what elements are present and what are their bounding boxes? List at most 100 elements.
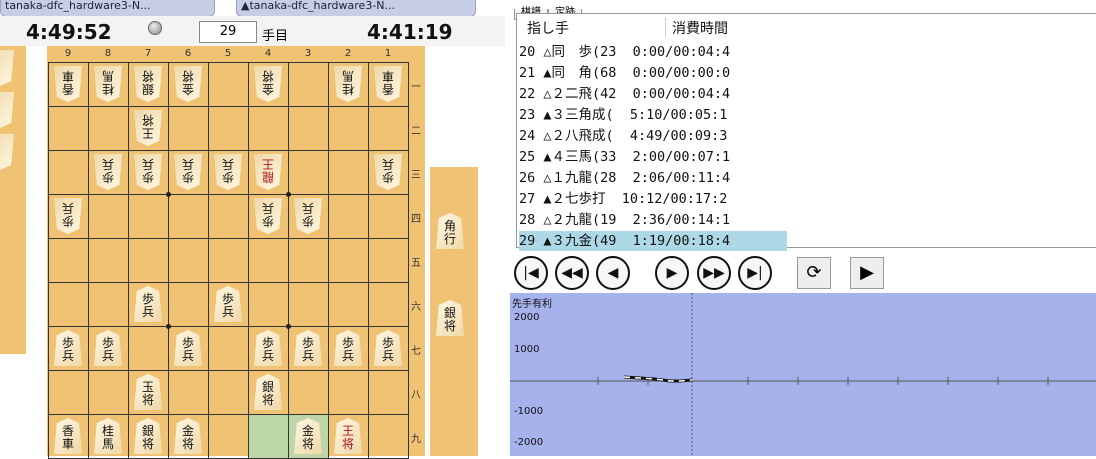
- play-button[interactable]: ▶: [850, 257, 884, 289]
- shogi-piece[interactable]: 歩兵: [94, 330, 122, 366]
- shogi-piece[interactable]: 桂馬: [94, 66, 122, 102]
- shogi-piece[interactable]: 歩兵: [174, 154, 202, 190]
- shogi-piece[interactable]: 桂馬: [94, 418, 122, 454]
- board-square[interactable]: [88, 370, 129, 415]
- board-square[interactable]: [48, 106, 89, 151]
- board-square[interactable]: [368, 370, 409, 415]
- next-move-button[interactable]: ▶: [655, 256, 689, 290]
- move-row[interactable]: 22 △２二飛(42 0:00/00:04:4: [519, 84, 787, 104]
- captured-piece[interactable]: [0, 50, 14, 86]
- board-square[interactable]: [288, 62, 329, 107]
- move-number-input[interactable]: 29: [199, 21, 257, 43]
- board-square[interactable]: [48, 150, 89, 195]
- shogi-piece[interactable]: 歩兵: [214, 286, 242, 322]
- shogi-piece[interactable]: 金将: [254, 66, 282, 102]
- prev-many-button[interactable]: ◀◀: [555, 256, 589, 290]
- move-row[interactable]: 28 △２九龍(19 2:36/00:14:1: [519, 210, 787, 230]
- prev-move-button[interactable]: ◀: [596, 256, 630, 290]
- board-square[interactable]: [168, 106, 209, 151]
- board-square[interactable]: [368, 194, 409, 239]
- board-square[interactable]: [248, 282, 289, 327]
- board-square[interactable]: [328, 370, 369, 415]
- move-row[interactable]: 21 ▲同 角(68 0:00/00:00:0: [519, 63, 787, 83]
- board-square[interactable]: [368, 238, 409, 283]
- next-many-button[interactable]: ▶▶: [697, 256, 731, 290]
- move-row[interactable]: 24 △２八飛成( 4:49/00:09:3: [519, 126, 787, 146]
- board-square[interactable]: [208, 326, 249, 371]
- shogi-piece[interactable]: 歩兵: [334, 330, 362, 366]
- captured-piece[interactable]: [0, 92, 14, 128]
- shogi-piece[interactable]: 金将: [294, 418, 322, 454]
- board-square[interactable]: [288, 282, 329, 327]
- captured-piece[interactable]: [0, 134, 14, 170]
- board-square[interactable]: [128, 238, 169, 283]
- shogi-piece[interactable]: 歩兵: [134, 286, 162, 322]
- shogi-piece[interactable]: 香車: [54, 418, 82, 454]
- board-square[interactable]: [328, 106, 369, 151]
- move-list[interactable]: 指し手 消費時間 20 △同 歩(23 0:00/00:04:4 21 ▲同 角(…: [516, 13, 1096, 251]
- gote-player-tab[interactable]: ▲tanaka-dfc_hardware3-N...: [236, 0, 476, 17]
- board-square[interactable]: [288, 238, 329, 283]
- shogi-piece[interactable]: 玉将: [134, 374, 162, 410]
- board-square[interactable]: [128, 326, 169, 371]
- move-row[interactable]: 29 ▲３九金(49 1:19/00:18:4: [519, 231, 787, 251]
- shogi-piece[interactable]: 銀将: [134, 418, 162, 454]
- board-square[interactable]: [368, 282, 409, 327]
- shogi-piece[interactable]: 銀将: [254, 374, 282, 410]
- board-square[interactable]: [168, 238, 209, 283]
- sente-player-tab[interactable]: tanaka-dfc_hardware3-N...: [0, 0, 215, 17]
- board-square[interactable]: [248, 106, 289, 151]
- board-square[interactable]: [88, 194, 129, 239]
- board-square[interactable]: [48, 370, 89, 415]
- first-move-button[interactable]: |◀: [514, 256, 548, 290]
- board-square[interactable]: [88, 106, 129, 151]
- board-square[interactable]: [368, 414, 409, 459]
- board-square[interactable]: [328, 238, 369, 283]
- shogi-piece[interactable]: 歩兵: [374, 154, 402, 190]
- board-square[interactable]: [288, 150, 329, 195]
- shogi-piece[interactable]: 龍王: [254, 154, 282, 190]
- board-square[interactable]: [208, 106, 249, 151]
- captured-piece[interactable]: 銀将: [436, 300, 464, 336]
- shogi-piece[interactable]: 歩兵: [214, 154, 242, 190]
- shogi-piece[interactable]: 歩兵: [54, 198, 82, 234]
- shogi-piece[interactable]: 銀将: [134, 66, 162, 102]
- shogi-piece[interactable]: 歩兵: [294, 198, 322, 234]
- shogi-piece[interactable]: 歩兵: [374, 330, 402, 366]
- board-square[interactable]: [248, 238, 289, 283]
- shogi-piece[interactable]: 歩兵: [94, 154, 122, 190]
- board-square[interactable]: [248, 414, 289, 459]
- board-square[interactable]: [88, 238, 129, 283]
- move-row[interactable]: 25 ▲４三馬(33 2:00/00:07:1: [519, 147, 787, 167]
- move-row[interactable]: 23 ▲３三角成( 5:10/00:05:1: [519, 105, 787, 125]
- board-square[interactable]: [48, 238, 89, 283]
- flip-board-button[interactable]: ⟳: [797, 257, 831, 289]
- move-row[interactable]: 27 ▲２七歩打 10:12/00:17:2: [519, 189, 787, 209]
- board-square[interactable]: [48, 282, 89, 327]
- board-square[interactable]: [288, 370, 329, 415]
- board-square[interactable]: [168, 194, 209, 239]
- board-square[interactable]: [288, 106, 329, 151]
- shogi-piece[interactable]: 歩兵: [134, 154, 162, 190]
- board-square[interactable]: [328, 150, 369, 195]
- board-square[interactable]: [368, 106, 409, 151]
- shogi-piece[interactable]: 歩兵: [54, 330, 82, 366]
- shogi-piece[interactable]: 金将: [174, 66, 202, 102]
- board-square[interactable]: [208, 194, 249, 239]
- shogi-piece[interactable]: 歩兵: [254, 198, 282, 234]
- shogi-piece[interactable]: 金将: [174, 418, 202, 454]
- board-square[interactable]: [208, 414, 249, 459]
- move-row[interactable]: 26 △１九龍(28 2:06/00:11:4: [519, 168, 787, 188]
- board-square[interactable]: [208, 370, 249, 415]
- move-row[interactable]: 20 △同 歩(23 0:00/00:04:4: [519, 42, 787, 62]
- board-square[interactable]: [88, 282, 129, 327]
- board-square[interactable]: [208, 238, 249, 283]
- shogi-piece[interactable]: 桂馬: [334, 66, 362, 102]
- board-square[interactable]: [168, 370, 209, 415]
- shogi-piece[interactable]: 香車: [374, 66, 402, 102]
- shogi-piece[interactable]: 香車: [54, 66, 82, 102]
- board-square[interactable]: [208, 62, 249, 107]
- last-move-button[interactable]: ▶|: [738, 256, 772, 290]
- shogi-piece[interactable]: 王将: [134, 110, 162, 146]
- shogi-piece[interactable]: 歩兵: [174, 330, 202, 366]
